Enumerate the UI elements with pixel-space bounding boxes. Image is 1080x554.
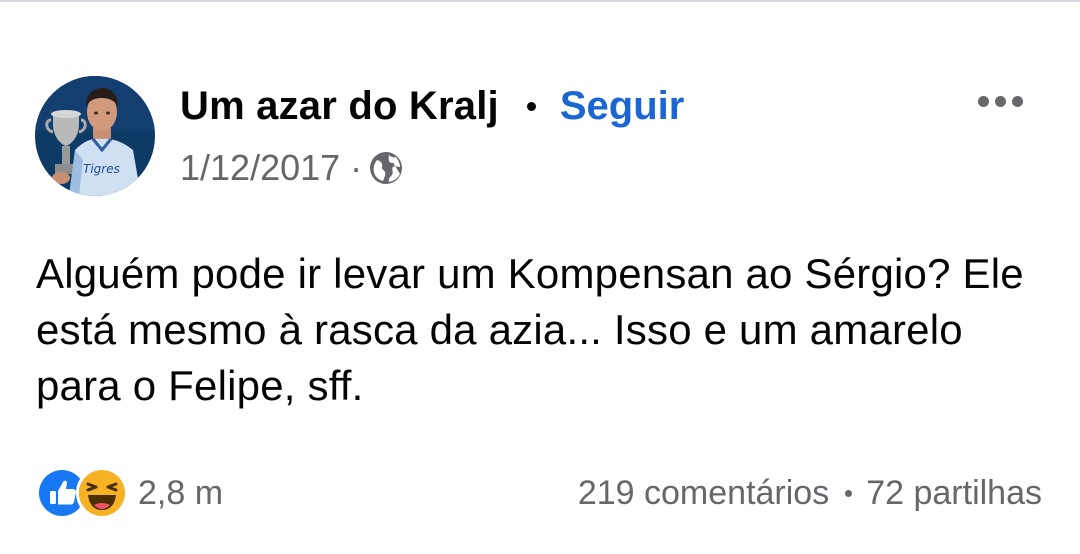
author-name[interactable]: Um azar do Kralj [180, 84, 499, 129]
haha-icon [76, 467, 128, 519]
shares-count[interactable]: 72 partilhas [866, 474, 1042, 513]
post-date[interactable]: 1/12/2017 [180, 147, 340, 189]
post-text: Alguém pode ir levar um Kompensan ao Sér… [36, 250, 1024, 409]
follow-button[interactable]: Seguir [560, 84, 684, 129]
more-options-icon[interactable] [970, 84, 1030, 118]
comments-count[interactable]: 219 comentários [578, 474, 829, 513]
svg-text:Tigres: Tigres [83, 162, 120, 176]
more-dot [1011, 95, 1023, 107]
separator-dot [845, 489, 853, 497]
post-header: Um azar do Kralj Seguir [180, 80, 684, 132]
post-meta: 1/12/2017 · [180, 144, 404, 192]
more-dot [994, 95, 1006, 107]
separator-dot [526, 101, 536, 111]
author-avatar[interactable]: Tigres [35, 76, 155, 196]
post-card: Tigres Um azar do Kralj Seguir 1/12/2017… [0, 0, 1080, 554]
avatar-image: Tigres [35, 76, 155, 196]
globe-icon [368, 150, 404, 186]
meta-separator: · [350, 147, 363, 188]
reactions-summary[interactable]: 2,8 m [36, 467, 224, 519]
reactions-count: 2,8 m [138, 473, 224, 512]
more-dot [977, 95, 989, 107]
engagement-summary: 219 comentários 72 partilhas [578, 468, 1042, 518]
